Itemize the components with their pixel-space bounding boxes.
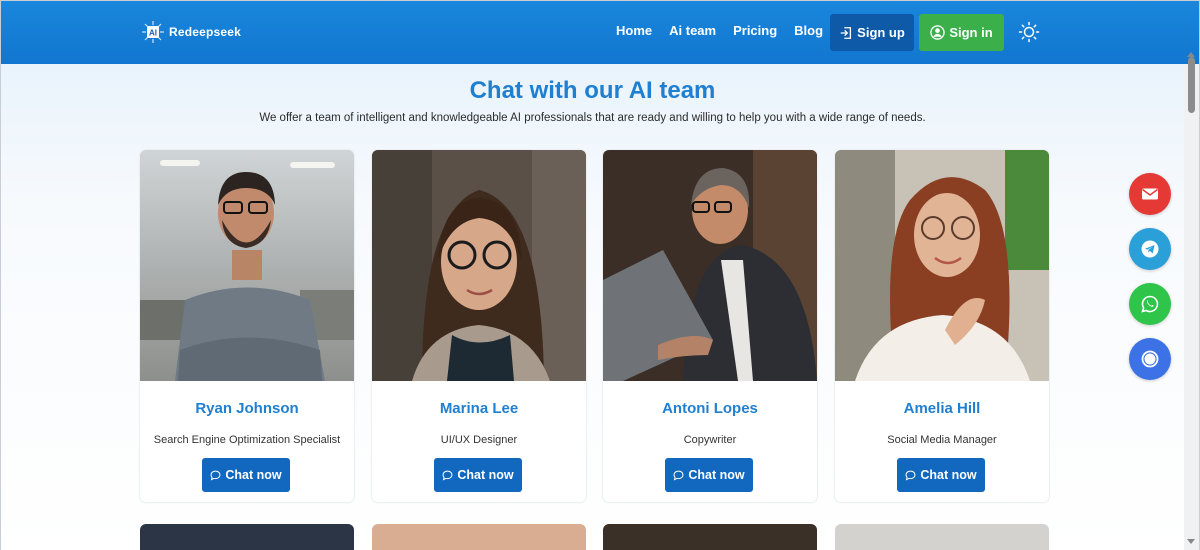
team-member-name: Antoni Lopes [662,400,758,417]
chat-now-button[interactable]: Chat now [665,458,753,492]
signup-label: Sign up [857,25,905,40]
team-member-name: Amelia Hill [903,400,981,417]
email-icon [1142,188,1158,200]
telegram-contact-button[interactable] [1129,228,1171,270]
signin-button[interactable]: Sign in [919,14,1004,51]
page-subtitle: We offer a team of intelligent and knowl… [259,112,926,124]
team-member-role: Social Media Manager [887,434,997,446]
team-card-row2-2 [372,524,586,550]
chat-now-label: Chat now [225,468,282,482]
logo-text: Redeepseek [169,25,242,39]
chat-now-label: Chat now [688,468,745,482]
team-member-role: Search Engine Optimization Specialist [153,434,341,446]
whatsapp-icon [1141,295,1159,313]
team-card-antoni-lopes: Antoni Lopes Copywriter Chat now [603,150,817,502]
antoni-lopes-photo [603,150,817,381]
nav-blog[interactable]: Blog [794,23,823,38]
marina-lee-photo [372,150,586,381]
page-scrollbar[interactable] [1184,64,1199,550]
theme-toggle-sun-icon[interactable] [1018,21,1040,43]
page-title: Chat with our AI team [469,77,716,104]
chat-now-button[interactable]: Chat now [202,458,290,492]
chat-bubble-icon [1141,350,1159,368]
team-member-role: Copywriter [683,434,737,446]
telegram-icon [1141,240,1159,258]
live-chat-button[interactable] [1129,338,1171,380]
nav-ai-team[interactable]: Ai team [669,23,716,38]
whatsapp-contact-button[interactable] [1129,283,1171,325]
team-card-amelia-hill: Amelia Hill Social Media Manager Chat no… [835,150,1049,502]
team-member-role: UI/UX Designer [440,434,518,446]
signup-button[interactable]: Sign up [830,14,914,51]
top-navbar: AI Redeepseek Home Ai team Pricing Blog … [1,1,1199,64]
ryan-johnson-photo [140,150,354,381]
team-card-row2-3 [603,524,817,550]
main-nav: Home Ai team Pricing Blog [616,23,840,38]
user-circle-icon [930,25,946,40]
team-member-name: Ryan Johnson [195,400,299,417]
amelia-hill-photo [835,150,1049,381]
team-card-ryan-johnson: Ryan Johnson Search Engine Optimization … [140,150,354,502]
chat-bubble-icon [210,470,221,481]
chat-now-label: Chat now [457,468,514,482]
signin-arrow-icon [840,26,852,39]
team-card-row2-4 [835,524,1049,550]
team-card-row2-1 [140,524,354,550]
nav-pricing[interactable]: Pricing [733,23,777,38]
team-member-name: Marina Lee [439,400,519,417]
team-card-marina-lee: Marina Lee UI/UX Designer Chat now [372,150,586,502]
email-contact-button[interactable] [1129,173,1171,215]
signin-label: Sign in [949,25,993,40]
chat-bubble-icon [442,470,453,481]
chat-now-button[interactable]: Chat now [897,458,985,492]
logo-mark-icon: AI [141,20,165,44]
chat-now-label: Chat now [920,468,977,482]
chat-now-button[interactable]: Chat now [434,458,522,492]
site-logo[interactable]: AI Redeepseek [141,16,241,48]
nav-home[interactable]: Home [616,23,652,38]
chat-bubble-icon [905,470,916,481]
scrollbar-thumb[interactable] [1188,57,1195,113]
scroll-down-arrow-icon[interactable] [1187,539,1195,544]
chat-bubble-icon [673,470,684,481]
svg-text:AI: AI [149,29,157,38]
